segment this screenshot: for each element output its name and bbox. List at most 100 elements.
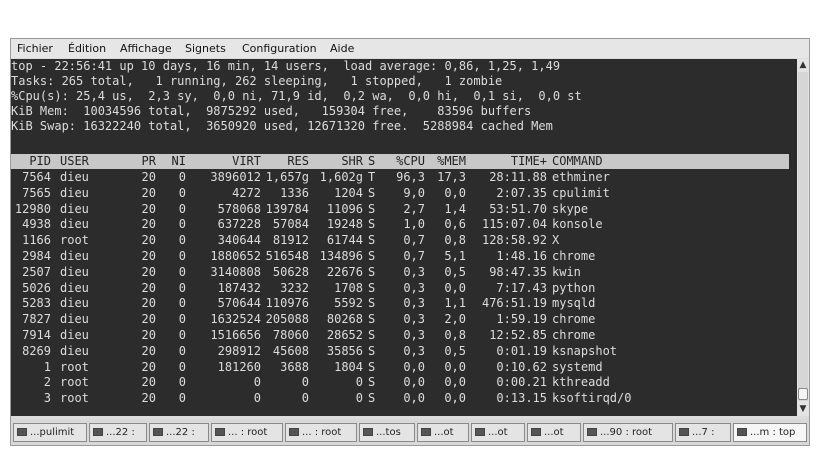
- cell-ni: 0: [178, 201, 186, 216]
- cell-pr: 20: [141, 343, 156, 358]
- col-pid: PID: [29, 154, 51, 168]
- menu-configuration[interactable]: Configuration: [242, 42, 317, 55]
- cell-mem: 0,0: [444, 391, 466, 406]
- cell-cmd: kthreadd: [552, 375, 610, 390]
- cell-s: S: [368, 201, 376, 216]
- process-row: 12980 dieu 20 0 578068 139784 11096 S 2,7 1,4 53:5…: [11, 201, 789, 217]
- menu-affichage[interactable]: Affichage: [120, 42, 172, 55]
- vertical-scrollbar[interactable]: ▲ ▼: [797, 59, 809, 416]
- cell-ni: 0: [178, 375, 186, 390]
- cell-cmd: X: [552, 233, 560, 248]
- tab-label: ...22 :: [106, 427, 135, 438]
- tab-label: ...ot: [488, 427, 508, 438]
- scrollbar-track[interactable]: [798, 72, 808, 401]
- cell-pid: 2507: [22, 264, 51, 279]
- cell-user: root: [60, 375, 89, 390]
- terminal-icon: [587, 428, 597, 436]
- tab-session-active[interactable]: ...m : top: [733, 423, 807, 442]
- terminal-view[interactable]: top - 22:56:41 up 10 days, 16 min, 14 us…: [11, 59, 797, 416]
- terminal-icon: [475, 428, 485, 436]
- cell-cpu: 0,3: [403, 343, 425, 358]
- cell-s: S: [368, 343, 376, 358]
- cell-virt: 181260: [217, 359, 261, 374]
- cell-cpu: 9,0: [403, 185, 425, 200]
- tab-session-7[interactable]: ...ot: [417, 423, 469, 442]
- cell-time: 53:51.70: [489, 201, 547, 216]
- cell-mem: 17,3: [437, 170, 466, 184]
- cell-ni: 0: [178, 312, 186, 327]
- cell-pr: 20: [141, 249, 156, 263]
- cell-shr: 80268: [326, 312, 363, 327]
- cell-user: dieu: [60, 201, 89, 216]
- cell-s: S: [368, 249, 376, 263]
- terminal-icon: [215, 428, 225, 436]
- cell-s: S: [368, 185, 376, 200]
- tab-session-1[interactable]: ...pulimit: [13, 423, 87, 442]
- cell-mem: 0,0: [444, 185, 466, 200]
- tab-label: ...ot: [544, 427, 564, 438]
- cell-pid: 12980: [14, 201, 51, 216]
- cell-shr: 0: [355, 375, 363, 390]
- tab-session-8[interactable]: ...ot: [471, 423, 525, 442]
- col-user: USER: [60, 154, 89, 168]
- tab-session-6[interactable]: ...tos: [359, 423, 415, 442]
- menu-signets[interactable]: Signets: [185, 42, 226, 55]
- menu-aide[interactable]: Aide: [330, 42, 354, 55]
- process-row: 2507 dieu 20 0 3140808 50628 22676 S 0,3 0,5 98:47…: [11, 264, 789, 280]
- col-command: COMMAND: [552, 154, 603, 168]
- cell-ni: 0: [178, 185, 186, 200]
- cell-shr: 5592: [334, 296, 363, 311]
- cell-ni: 0: [178, 233, 186, 248]
- cell-s: S: [368, 264, 376, 279]
- cell-virt: 570644: [217, 296, 261, 311]
- col-virt: VIRT: [232, 154, 261, 168]
- tab-session-4[interactable]: ... : root: [211, 423, 283, 442]
- tab-label: ...90 : root: [600, 427, 653, 438]
- menu-edition[interactable]: Édition: [68, 42, 106, 55]
- cell-virt: 578068: [217, 201, 261, 216]
- scroll-down-icon[interactable]: ▼: [797, 403, 809, 415]
- cell-shr: 28652: [326, 328, 363, 342]
- tab-session-5[interactable]: ... : root: [285, 423, 357, 442]
- cell-mem: 0,0: [444, 375, 466, 390]
- cell-ni: 0: [178, 217, 186, 232]
- cell-res: 1336: [280, 185, 309, 200]
- tab-session-10[interactable]: ...90 : root: [583, 423, 673, 442]
- cell-shr: 1,602g: [319, 170, 363, 184]
- cell-cpu: 0,7: [403, 249, 425, 263]
- cell-pr: 20: [141, 296, 156, 311]
- tab-session-9[interactable]: ...ot: [527, 423, 581, 442]
- tab-session-2[interactable]: ...22 :: [89, 423, 147, 442]
- terminal-icon: [679, 428, 689, 436]
- cell-cpu: 2,7: [403, 201, 425, 216]
- terminal-icon: [93, 428, 103, 436]
- cell-ni: 0: [178, 391, 186, 406]
- cell-mem: 0,5: [444, 343, 466, 358]
- cell-virt: 1880652: [210, 249, 261, 263]
- cell-res: 3688: [280, 359, 309, 374]
- menu-fichier[interactable]: Fichier: [17, 42, 53, 55]
- scroll-up-icon[interactable]: ▲: [797, 59, 809, 71]
- cell-res: 110976: [265, 296, 309, 311]
- cell-res: 3232: [280, 280, 309, 295]
- scrollbar-thumb[interactable]: [798, 388, 808, 400]
- cell-mem: 2,0: [444, 312, 466, 327]
- cell-cmd: mysqld: [552, 296, 596, 311]
- cell-pr: 20: [141, 217, 156, 232]
- cell-pr: 20: [141, 264, 156, 279]
- summary-mem-line: KiB Mem: 10034596 total, 9875292 used, 1…: [11, 104, 532, 118]
- cell-pid: 7827: [22, 312, 51, 327]
- cell-user: dieu: [60, 185, 89, 200]
- cell-pr: 20: [141, 359, 156, 374]
- tab-session-11[interactable]: ...7 :: [675, 423, 731, 442]
- cell-pid: 4938: [22, 217, 51, 232]
- process-row: 5026 dieu 20 0 187432 3232 1708 S 0,3 0,0 7:17.43 p…: [11, 280, 789, 296]
- tab-session-3[interactable]: ...22 :: [149, 423, 209, 442]
- cell-cmd: python: [552, 280, 596, 295]
- tab-label: ...pulimit: [30, 427, 75, 438]
- cell-time: 98:47.35: [489, 264, 547, 279]
- cell-s: S: [368, 391, 376, 406]
- cell-s: S: [368, 375, 376, 390]
- cell-virt: 1632524: [210, 312, 261, 327]
- cell-pr: 20: [141, 170, 156, 184]
